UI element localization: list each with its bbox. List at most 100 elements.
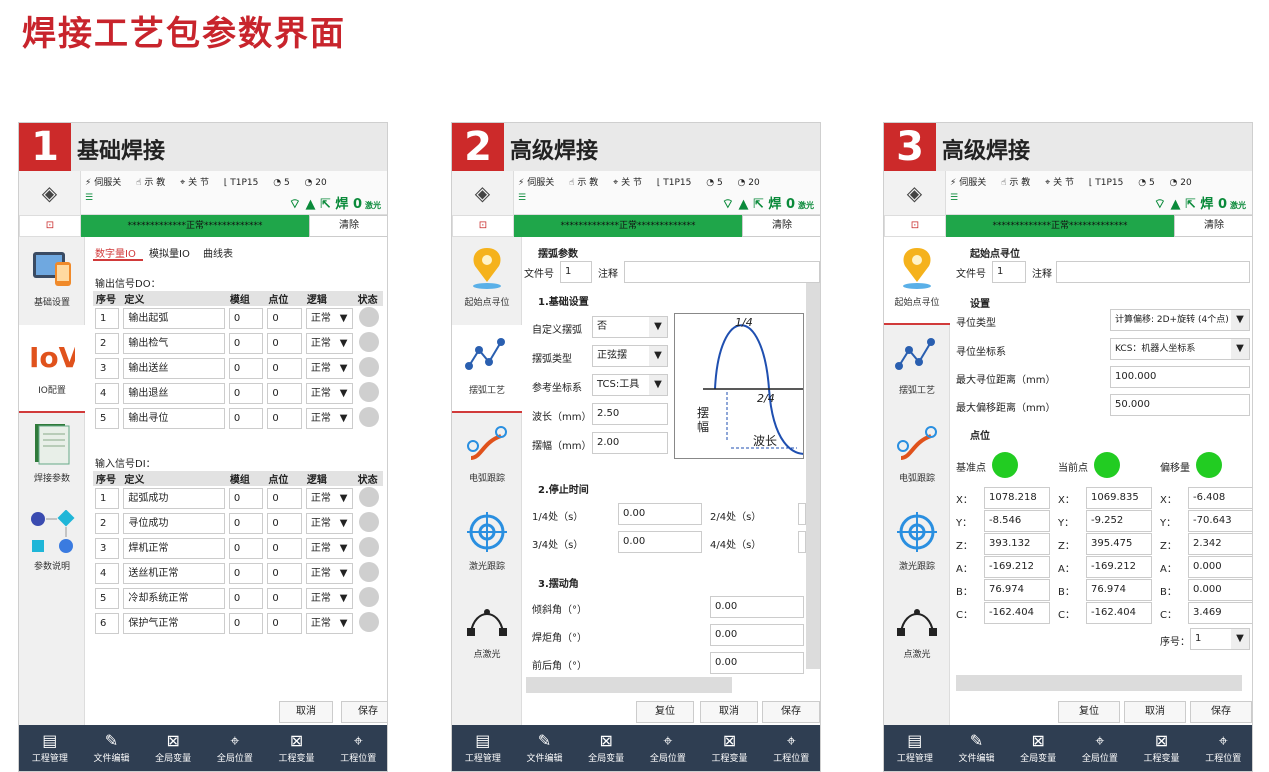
sidebar-item-io-config[interactable]: IoV IO配置 bbox=[19, 325, 85, 413]
module-input[interactable]: 0 bbox=[228, 358, 264, 379]
alarm-icon[interactable]: ⊡ bbox=[452, 215, 514, 237]
logic-select[interactable]: 正常 ▼ bbox=[305, 488, 353, 509]
reset-button[interactable]: 复位 bbox=[1058, 701, 1120, 723]
sidebar-item-weave[interactable]: 摆弧工艺 bbox=[884, 325, 950, 413]
sidebar-item-laser-tracking[interactable]: 激光跟踪 bbox=[452, 501, 522, 589]
clear-button[interactable]: 清除 bbox=[1174, 215, 1252, 237]
tool-status[interactable]: ⌊ T1P15 bbox=[1089, 178, 1129, 188]
nav-project-position[interactable]: ⌖ 工程位置 bbox=[1192, 725, 1252, 771]
tilt-angle-input[interactable]: 0.00 bbox=[710, 596, 804, 618]
point-input[interactable]: 0 bbox=[267, 513, 302, 534]
cancel-button[interactable]: 取消 bbox=[700, 701, 758, 723]
point-input[interactable]: 0 bbox=[267, 408, 302, 429]
reset-button[interactable]: 复位 bbox=[636, 701, 694, 723]
speed-2[interactable]: ◔ 20 bbox=[1170, 178, 1198, 188]
sidebar-item-arc-tracking[interactable]: 电弧跟踪 bbox=[452, 413, 522, 501]
sidebar-item-start-search[interactable]: 起始点寻位 bbox=[884, 237, 950, 325]
horizontal-scrollbar[interactable] bbox=[526, 677, 732, 693]
servo-status[interactable]: ⚡ 伺服关 bbox=[950, 178, 992, 188]
logic-select[interactable]: 正常 ▼ bbox=[305, 358, 353, 379]
t34-input[interactable]: 0.00 bbox=[618, 531, 702, 553]
sidebar-item-start-search[interactable]: 起始点寻位 bbox=[452, 237, 522, 325]
t44-input[interactable] bbox=[798, 531, 806, 553]
file-number-input[interactable]: 1 bbox=[560, 261, 592, 283]
current-value-input[interactable]: 1069.835 bbox=[1086, 487, 1152, 509]
point-input[interactable]: 0 bbox=[267, 308, 302, 329]
nav-global-variable[interactable]: ⊠ 全局变量 bbox=[575, 725, 637, 771]
offset-value-input[interactable]: 0.000 bbox=[1188, 556, 1252, 578]
teach-mode[interactable]: ☝ 示 教 bbox=[569, 178, 604, 188]
module-input[interactable]: 0 bbox=[228, 488, 264, 509]
tool-status[interactable]: ⌊ T1P15 bbox=[657, 178, 697, 188]
base-value-input[interactable]: 1078.218 bbox=[984, 487, 1050, 509]
current-value-input[interactable]: 76.974 bbox=[1086, 579, 1152, 601]
tab-curve-table[interactable]: 曲线表 bbox=[203, 245, 233, 260]
search-type-select[interactable]: 计算偏移: 2D+旋转 (4个点) ▼ bbox=[1110, 309, 1250, 331]
joint-mode[interactable]: ⌖ 关 节 bbox=[613, 178, 648, 188]
definition-input[interactable]: 焊机正常 bbox=[123, 538, 225, 559]
base-value-input[interactable]: -169.212 bbox=[984, 556, 1050, 578]
cancel-button[interactable]: 取消 bbox=[279, 701, 333, 723]
horizontal-scrollbar[interactable] bbox=[956, 675, 1242, 691]
nav-project-variable[interactable]: ⊠ 工程变量 bbox=[699, 725, 761, 771]
definition-input[interactable]: 输出送丝 bbox=[123, 358, 225, 379]
offset-value-input[interactable]: -70.643 bbox=[1188, 510, 1252, 532]
front-angle-input[interactable]: 0.00 bbox=[710, 652, 804, 674]
point-input[interactable]: 0 bbox=[267, 588, 302, 609]
offset-value-input[interactable]: 0.000 bbox=[1188, 579, 1252, 601]
t14-input[interactable]: 0.00 bbox=[618, 503, 702, 525]
module-input[interactable]: 0 bbox=[228, 408, 264, 429]
clear-button[interactable]: 清除 bbox=[309, 215, 387, 237]
tab-analog-io[interactable]: 模拟量IO bbox=[149, 245, 190, 260]
logic-select[interactable]: 正常 ▼ bbox=[305, 408, 353, 429]
base-value-input[interactable]: 76.974 bbox=[984, 579, 1050, 601]
current-value-input[interactable]: -9.252 bbox=[1086, 510, 1152, 532]
nav-file-edit[interactable]: ✎ 文件编辑 bbox=[81, 725, 143, 771]
logic-select[interactable]: 正常 ▼ bbox=[305, 563, 353, 584]
base-value-input[interactable]: 393.132 bbox=[984, 533, 1050, 555]
nav-project-management[interactable]: ▤ 工程管理 bbox=[884, 725, 946, 771]
nav-global-position[interactable]: ⌖ 全局位置 bbox=[1069, 725, 1131, 771]
logic-select[interactable]: 正常 ▼ bbox=[305, 588, 353, 609]
save-button[interactable]: 保存 bbox=[341, 701, 387, 723]
max-search-input[interactable]: 100.000 bbox=[1110, 366, 1250, 388]
offset-value-input[interactable]: -6.408 bbox=[1188, 487, 1252, 509]
current-value-input[interactable]: -169.212 bbox=[1086, 556, 1152, 578]
sidebar-item-arc-tracking[interactable]: 电弧跟踪 bbox=[884, 413, 950, 501]
point-input[interactable]: 0 bbox=[267, 333, 302, 354]
sidebar-item-laser-tracking[interactable]: 激光跟踪 bbox=[884, 501, 950, 589]
joint-mode[interactable]: ⌖ 关 节 bbox=[1045, 178, 1080, 188]
search-coord-select[interactable]: KCS：机器人坐标系 ▼ bbox=[1110, 338, 1250, 360]
definition-input[interactable]: 输出检气 bbox=[123, 333, 225, 354]
ref-coord-select[interactable]: TCS:工具 ▼ bbox=[592, 374, 668, 396]
current-value-input[interactable]: -162.404 bbox=[1086, 602, 1152, 624]
nav-project-management[interactable]: ▤ 工程管理 bbox=[452, 725, 514, 771]
current-value-input[interactable]: 395.475 bbox=[1086, 533, 1152, 555]
list-icon[interactable]: ☰ bbox=[85, 193, 93, 203]
nav-global-position[interactable]: ⌖ 全局位置 bbox=[204, 725, 266, 771]
amplitude-input[interactable]: 2.00 bbox=[592, 432, 668, 454]
vertical-scrollbar[interactable] bbox=[806, 283, 820, 669]
note-input[interactable] bbox=[1056, 261, 1250, 283]
speed-2[interactable]: ◔ 20 bbox=[738, 178, 766, 188]
cancel-button[interactable]: 取消 bbox=[1124, 701, 1186, 723]
point-input[interactable]: 0 bbox=[267, 613, 302, 634]
joint-mode[interactable]: ⌖ 关 节 bbox=[180, 178, 215, 188]
definition-input[interactable]: 输出起弧 bbox=[123, 308, 225, 329]
torch-angle-input[interactable]: 0.00 bbox=[710, 624, 804, 646]
sidebar-item-point-laser[interactable]: 点激光 bbox=[452, 589, 522, 677]
sidebar-item-weave[interactable]: 摆弧工艺 bbox=[452, 325, 522, 413]
module-input[interactable]: 0 bbox=[228, 613, 264, 634]
base-value-input[interactable]: -8.546 bbox=[984, 510, 1050, 532]
alarm-icon[interactable]: ⊡ bbox=[19, 215, 81, 237]
module-input[interactable]: 0 bbox=[228, 588, 264, 609]
logic-select[interactable]: 正常 ▼ bbox=[305, 383, 353, 404]
module-input[interactable]: 0 bbox=[228, 383, 264, 404]
definition-input[interactable]: 冷却系统正常 bbox=[123, 588, 225, 609]
tab-digital-io[interactable]: 数字量IO bbox=[95, 245, 136, 260]
logic-select[interactable]: 正常 ▼ bbox=[305, 613, 353, 634]
note-input[interactable] bbox=[624, 261, 820, 283]
offset-value-input[interactable]: 3.469 bbox=[1188, 602, 1252, 624]
t24-input[interactable] bbox=[798, 503, 806, 525]
definition-input[interactable]: 输出寻位 bbox=[123, 408, 225, 429]
